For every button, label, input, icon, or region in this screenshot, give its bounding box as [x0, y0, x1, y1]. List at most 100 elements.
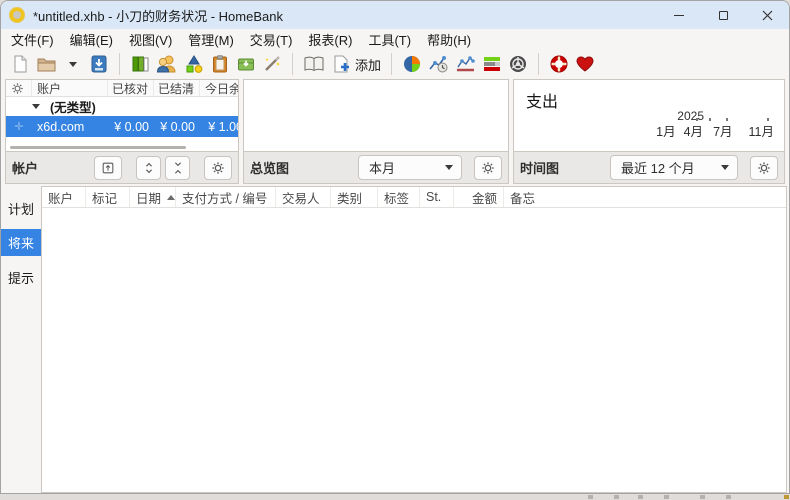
help-button[interactable] — [546, 51, 572, 77]
titlebar: *untitled.xhb - 小刀的财务状况 - HomeBank — [1, 1, 789, 29]
budget-report-button[interactable] — [479, 51, 505, 77]
accounts-panel: 账户 已核对 已结清 今日余额 (无类型) ✛ x6d.com ¥ 0.00 ¥… — [5, 79, 239, 184]
chevron-down-icon — [445, 165, 453, 170]
menu-tools[interactable]: 工具(T) — [360, 29, 419, 49]
menu-manage[interactable]: 管理(M) — [180, 29, 242, 49]
chevron-down-icon — [721, 165, 729, 170]
sort-asc-icon — [167, 195, 175, 200]
overview-range-dropdown[interactable]: 本月 — [358, 155, 462, 180]
col-date[interactable]: 日期 — [130, 187, 176, 207]
new-file-button[interactable] — [7, 51, 33, 77]
axis-month-label: 11月 — [749, 121, 774, 140]
col-memo[interactable]: 备忘 — [504, 187, 786, 207]
time-chart-footer: 时间图 最近 12 个月 — [514, 151, 784, 183]
donate-button[interactable] — [572, 51, 598, 77]
dropdown-caret-icon — [69, 62, 77, 67]
menu-help[interactable]: 帮助(H) — [419, 29, 479, 49]
account-today-value: ¥ 1.00 — [200, 120, 238, 134]
account-name: x6d.com — [32, 120, 108, 134]
categories-icon — [184, 54, 204, 74]
col-tags[interactable]: 标签 — [378, 187, 420, 207]
transactions-area: 计划 将来 提示 账户 标记 日期 支付方式 / 编号 交易人 类别 标签 St… — [1, 186, 789, 493]
statistics-report-button[interactable] — [399, 51, 425, 77]
minimize-button[interactable] — [657, 1, 701, 29]
column-today-balance[interactable]: 今日余额 — [200, 80, 238, 96]
tab-remind[interactable]: 提示 — [1, 265, 41, 289]
collapse-all-button[interactable] — [165, 156, 190, 180]
manage-budget-button[interactable] — [207, 51, 233, 77]
manage-archives-button[interactable] — [233, 51, 259, 77]
axis-month-label: 7月 — [713, 121, 732, 140]
account-group-row[interactable]: (无类型) — [6, 97, 238, 116]
manage-assignments-button[interactable] — [259, 51, 285, 77]
stack-chart-icon — [482, 54, 502, 74]
manage-accounts-button[interactable] — [127, 51, 153, 77]
accounts-footer-label: 帐户 — [12, 158, 90, 177]
collapse-all-icon — [172, 161, 184, 175]
accounts-settings-button[interactable] — [204, 156, 232, 180]
tab-future[interactable]: 将来 — [1, 229, 41, 256]
overview-panel: 总览图 本月 — [243, 79, 509, 184]
account-row-selected[interactable]: ✛ x6d.com ¥ 0.00 ¥ 0.00 ¥ 1.00 — [6, 116, 238, 137]
open-file-button[interactable] — [33, 51, 60, 77]
trendtime-report-button[interactable] — [425, 51, 452, 77]
maximize-button[interactable] — [701, 1, 745, 29]
trendtime-icon — [428, 54, 449, 74]
account-group-label: (无类型) — [50, 97, 96, 116]
manage-payees-button[interactable] — [153, 51, 181, 77]
time-range-dropdown[interactable]: 最近 12 个月 — [610, 155, 738, 180]
show-all-accounts-button[interactable] — [94, 156, 122, 180]
taskbar-icon — [638, 495, 643, 499]
toolbar: 添加 — [1, 49, 789, 79]
collapse-arrow-icon[interactable] — [32, 104, 40, 109]
gear-icon — [11, 82, 24, 95]
accounts-horizontal-scrollbar[interactable] — [10, 146, 186, 149]
column-reconciled[interactable]: 已核对 — [108, 80, 154, 96]
ledger-book-icon — [303, 54, 325, 74]
close-button[interactable] — [745, 1, 789, 29]
transaction-side-tabs: 计划 将来 提示 — [1, 186, 41, 493]
col-flag[interactable]: 标记 — [86, 187, 130, 207]
open-folder-icon — [36, 54, 57, 74]
col-amount[interactable]: 金额 — [454, 187, 504, 207]
col-payee[interactable]: 交易人 — [276, 187, 331, 207]
manage-categories-button[interactable] — [181, 51, 207, 77]
homebank-app-icon — [9, 7, 25, 23]
balance-report-button[interactable] — [452, 51, 479, 77]
column-account[interactable]: 账户 — [32, 80, 108, 96]
top-panels: 账户 已核对 已结清 今日余额 (无类型) ✛ x6d.com ¥ 0.00 ¥… — [1, 79, 789, 184]
expand-all-button[interactable] — [136, 156, 161, 180]
menu-reports[interactable]: 报表(R) — [300, 29, 360, 49]
show-ledger-button[interactable] — [300, 51, 328, 77]
accounts-settings-column[interactable] — [6, 80, 32, 96]
accounts-footer: 帐户 — [6, 151, 238, 183]
menu-edit[interactable]: 编辑(E) — [62, 29, 121, 49]
menu-view[interactable]: 视图(V) — [121, 29, 180, 49]
transactions-header-row: 账户 标记 日期 支付方式 / 编号 交易人 类别 标签 St. 金额 备忘 — [42, 187, 786, 208]
gear-icon — [481, 161, 495, 175]
taskbar-icon — [614, 495, 619, 499]
transactions-table: 账户 标记 日期 支付方式 / 编号 交易人 类别 标签 St. 金额 备忘 — [41, 186, 787, 493]
col-account[interactable]: 账户 — [42, 187, 86, 207]
vehicle-cost-button[interactable] — [505, 51, 531, 77]
time-chart-settings-button[interactable] — [750, 156, 778, 180]
add-transaction-button[interactable]: 添加 — [328, 51, 384, 77]
transactions-list-empty[interactable] — [42, 208, 786, 492]
menu-file[interactable]: 文件(F) — [3, 29, 62, 49]
save-button[interactable] — [86, 51, 112, 77]
account-reconciled-value: ¥ 0.00 — [108, 120, 154, 134]
col-payment[interactable]: 支付方式 / 编号 — [176, 187, 276, 207]
column-cleared[interactable]: 已结清 — [154, 80, 200, 96]
gear-icon — [211, 161, 225, 175]
menu-transactions[interactable]: 交易(T) — [242, 29, 301, 49]
col-category[interactable]: 类别 — [331, 187, 378, 207]
account-cleared-value: ¥ 0.00 — [154, 120, 200, 134]
taskbar-sliver — [0, 494, 790, 500]
overview-settings-button[interactable] — [474, 156, 502, 180]
overview-footer-label: 总览图 — [250, 158, 354, 177]
col-status[interactable]: St. — [420, 187, 454, 207]
steering-wheel-icon — [508, 54, 528, 74]
tab-scheduled[interactable]: 计划 — [1, 196, 41, 220]
pie-chart-icon — [402, 54, 422, 74]
open-recent-dropdown[interactable] — [60, 51, 86, 77]
